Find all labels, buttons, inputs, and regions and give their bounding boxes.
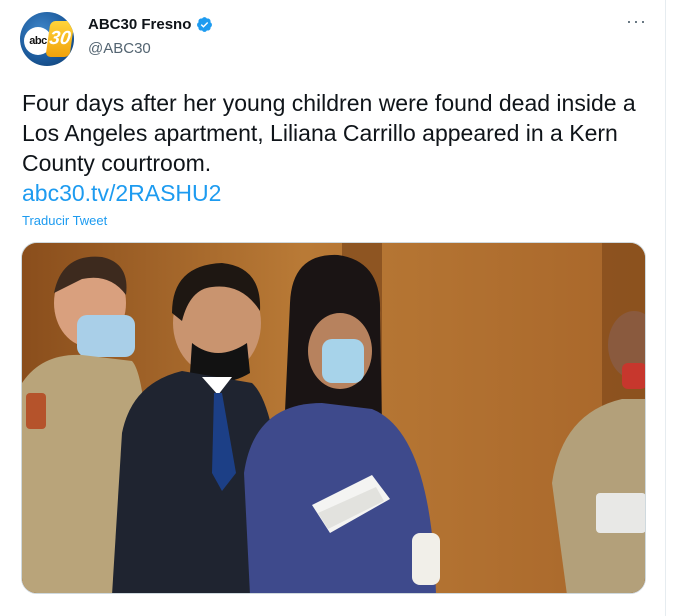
account-handle[interactable]: @ABC30 xyxy=(88,40,151,57)
tweet-photo[interactable] xyxy=(21,242,646,594)
courtroom-photo-icon xyxy=(22,243,645,593)
tweet-card: abc 30 ABC30 Fresno @ABC30 ··· Four days… xyxy=(0,0,666,616)
avatar-logo-number: 30 xyxy=(45,21,74,57)
avatar[interactable]: abc 30 xyxy=(20,12,74,66)
tweet-link[interactable]: abc30.tv/2RASHU2 xyxy=(22,178,221,208)
more-options-icon[interactable]: ··· xyxy=(626,12,647,30)
tweet-text: Four days after her young children were … xyxy=(22,90,636,176)
verified-badge-icon xyxy=(197,17,212,32)
translate-tweet-link[interactable]: Traducir Tweet xyxy=(22,213,107,228)
display-name[interactable]: ABC30 Fresno xyxy=(88,16,191,33)
